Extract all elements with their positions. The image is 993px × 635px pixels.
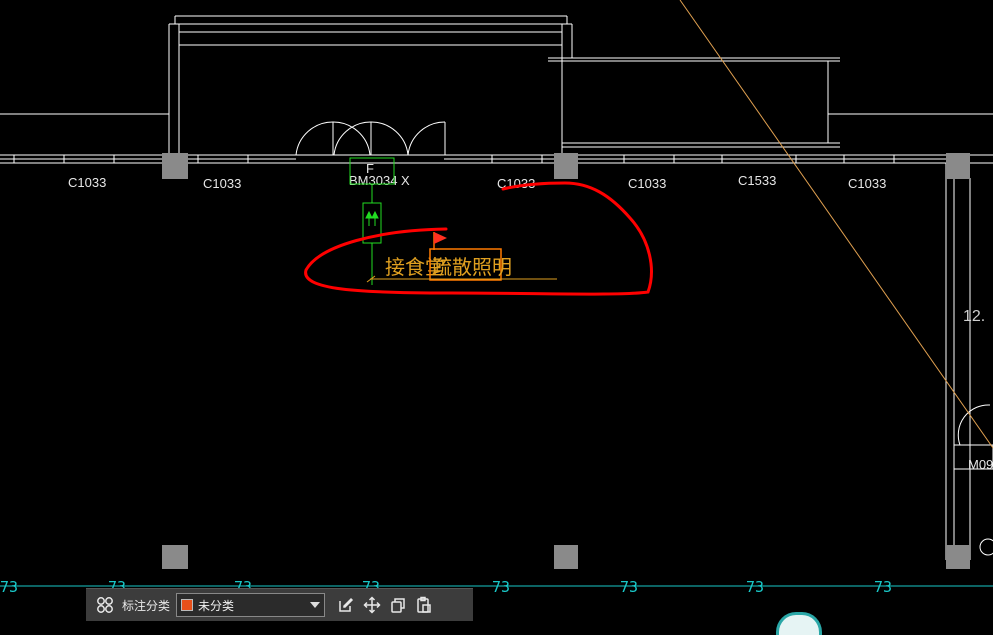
- paste-icon[interactable]: [411, 592, 437, 618]
- window-label: C1033: [68, 175, 106, 190]
- category-label: 标注分类: [122, 598, 171, 613]
- copy-icon[interactable]: [385, 592, 411, 618]
- door-label: BM3034 X: [349, 173, 410, 188]
- door-swings: [295, 121, 991, 446]
- svg-text:73: 73: [874, 578, 892, 596]
- main-wall-band: [0, 154, 993, 560]
- category-color-swatch: [181, 599, 194, 611]
- dropdown-caret-icon: [310, 602, 321, 608]
- svg-text:73: 73: [0, 578, 18, 596]
- grid-icon[interactable]: [92, 592, 118, 618]
- svg-text:73: 73: [620, 578, 638, 596]
- window-label: C1533: [738, 173, 776, 188]
- window-label: C1033: [848, 176, 886, 191]
- upper-building-outline: [0, 15, 993, 155]
- cad-drawing-canvas[interactable]: C1033 C1033 BM3034 X C1033 C1033 C1533 C…: [0, 0, 993, 621]
- edit-icon[interactable]: [333, 592, 359, 618]
- window-label: C1033: [203, 176, 241, 191]
- move-icon[interactable]: [359, 592, 385, 618]
- door-label: M09: [968, 457, 993, 472]
- structural-columns: [162, 153, 970, 569]
- room-area-label: 12.: [963, 308, 985, 325]
- fire-box-letter: F: [366, 161, 374, 176]
- window-label: C1033: [628, 176, 666, 191]
- svg-text:73: 73: [746, 578, 764, 596]
- markup-toolbar: 标注分类 未分类: [86, 588, 473, 621]
- annotation-highlight-text[interactable]: 疏散照明: [432, 255, 512, 279]
- category-selected-value: 未分类: [198, 598, 235, 613]
- svg-text:73: 73: [492, 578, 510, 596]
- flag-marker[interactable]: [433, 232, 447, 250]
- category-dropdown[interactable]: 未分类: [176, 593, 326, 617]
